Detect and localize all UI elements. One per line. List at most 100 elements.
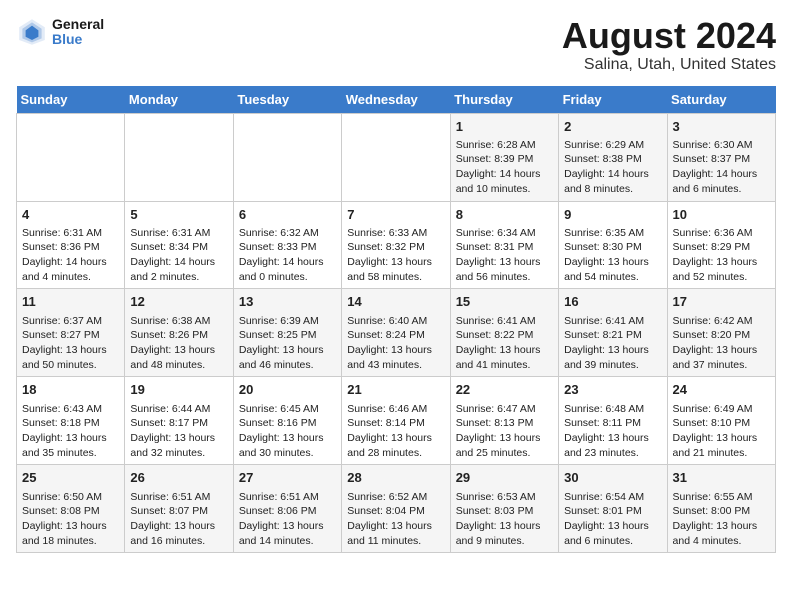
calendar-cell: 15Sunrise: 6:41 AM Sunset: 8:22 PM Dayli… <box>450 289 558 377</box>
day-number: 11 <box>22 293 119 311</box>
calendar-cell: 13Sunrise: 6:39 AM Sunset: 8:25 PM Dayli… <box>233 289 341 377</box>
day-number: 27 <box>239 469 336 487</box>
header-sunday: Sunday <box>17 86 125 114</box>
day-number: 29 <box>456 469 553 487</box>
calendar-cell: 10 Sunrise: 6:36 AM Sunset: 8:29 PM Dayli… <box>667 201 775 289</box>
day-number: 16 <box>564 293 661 311</box>
day-number: 24 <box>673 381 770 399</box>
day-number: 26 <box>130 469 227 487</box>
header-tuesday: Tuesday <box>233 86 341 114</box>
logo-line1: General <box>52 17 104 32</box>
calendar-cell: 20 Sunrise: 6:45 AM Sunset: 8:16 PM Dayli… <box>233 377 341 465</box>
header-wednesday: Wednesday <box>342 86 450 114</box>
calendar-cell: 14 Sunrise: 6:40 AM Sunset: 8:24 PM Dayli… <box>342 289 450 377</box>
day-number: 2 <box>564 118 661 136</box>
calendar-cell <box>342 113 450 201</box>
day-info: Sunrise: 6:51 AM Sunset: 8:06 PM Dayligh… <box>239 490 336 549</box>
day-number: 14 <box>347 293 444 311</box>
day-number: 22 <box>456 381 553 399</box>
day-info: Sunrise: 6:49 AM Sunset: 8:10 PM Dayligh… <box>673 402 770 461</box>
day-info: Sunrise: 6:38 AM Sunset: 8:26 PM Dayligh… <box>130 314 227 373</box>
logo-icon <box>16 16 48 48</box>
day-number: 1 <box>456 118 553 136</box>
calendar-cell <box>233 113 341 201</box>
calendar-cell: 6 Sunrise: 6:32 AM Sunset: 8:33 PM Daylig… <box>233 201 341 289</box>
calendar-cell: 29 Sunrise: 6:53 AM Sunset: 8:03 PM Dayli… <box>450 465 558 553</box>
day-info: Sunrise: 6:31 AM Sunset: 8:34 PM Dayligh… <box>130 226 227 285</box>
day-number: 15 <box>456 293 553 311</box>
calendar-title: August 2024 <box>562 16 776 56</box>
day-info: Sunrise: 6:48 AM Sunset: 8:11 PM Dayligh… <box>564 402 661 461</box>
day-info: Sunrise: 6:50 AM Sunset: 8:08 PM Dayligh… <box>22 490 119 549</box>
day-info: Sunrise: 6:42 AM Sunset: 8:20 PM Dayligh… <box>673 314 770 373</box>
calendar-cell: 22 Sunrise: 6:47 AM Sunset: 8:13 PM Dayli… <box>450 377 558 465</box>
calendar-cell <box>17 113 125 201</box>
day-number: 31 <box>673 469 770 487</box>
day-number: 9 <box>564 206 661 224</box>
logo-line2: Blue <box>52 32 104 47</box>
day-info: Sunrise: 6:53 AM Sunset: 8:03 PM Dayligh… <box>456 490 553 549</box>
calendar-cell: 12 Sunrise: 6:38 AM Sunset: 8:26 PM Dayli… <box>125 289 233 377</box>
calendar-cell: 8 Sunrise: 6:34 AM Sunset: 8:31 PM Daylig… <box>450 201 558 289</box>
day-info: Sunrise: 6:28 AM Sunset: 8:39 PM Dayligh… <box>456 138 553 197</box>
calendar-subtitle: Salina, Utah, United States <box>562 56 776 74</box>
day-info: Sunrise: 6:33 AM Sunset: 8:32 PM Dayligh… <box>347 226 444 285</box>
day-info: Sunrise: 6:55 AM Sunset: 8:00 PM Dayligh… <box>673 490 770 549</box>
calendar-week-1: 1 Sunrise: 6:28 AM Sunset: 8:39 PM Daylig… <box>17 113 776 201</box>
day-number: 10 <box>673 206 770 224</box>
calendar-cell: 2 Sunrise: 6:29 AM Sunset: 8:38 PM Daylig… <box>559 113 667 201</box>
header-monday: Monday <box>125 86 233 114</box>
calendar-cell: 21Sunrise: 6:46 AM Sunset: 8:14 PM Dayli… <box>342 377 450 465</box>
page-header: General Blue August 2024 Salina, Utah, U… <box>16 16 776 74</box>
day-info: Sunrise: 6:45 AM Sunset: 8:16 PM Dayligh… <box>239 402 336 461</box>
title-block: August 2024 Salina, Utah, United States <box>562 16 776 74</box>
day-number: 19 <box>130 381 227 399</box>
calendar-cell: 31 Sunrise: 6:55 AM Sunset: 8:00 PM Dayli… <box>667 465 775 553</box>
day-number: 8 <box>456 206 553 224</box>
day-info: Sunrise: 6:52 AM Sunset: 8:04 PM Dayligh… <box>347 490 444 549</box>
day-info: Sunrise: 6:34 AM Sunset: 8:31 PM Dayligh… <box>456 226 553 285</box>
day-info: Sunrise: 6:44 AM Sunset: 8:17 PM Dayligh… <box>130 402 227 461</box>
day-number: 28 <box>347 469 444 487</box>
day-info: Sunrise: 6:36 AM Sunset: 8:29 PM Dayligh… <box>673 226 770 285</box>
day-number: 30 <box>564 469 661 487</box>
day-info: Sunrise: 6:31 AM Sunset: 8:36 PM Dayligh… <box>22 226 119 285</box>
logo: General Blue <box>16 16 104 48</box>
calendar-cell: 1 Sunrise: 6:28 AM Sunset: 8:39 PM Daylig… <box>450 113 558 201</box>
calendar-header-row: SundayMondayTuesdayWednesdayThursdayFrid… <box>17 86 776 114</box>
day-number: 4 <box>22 206 119 224</box>
day-info: Sunrise: 6:54 AM Sunset: 8:01 PM Dayligh… <box>564 490 661 549</box>
day-number: 3 <box>673 118 770 136</box>
day-info: Sunrise: 6:39 AM Sunset: 8:25 PM Dayligh… <box>239 314 336 373</box>
day-info: Sunrise: 6:40 AM Sunset: 8:24 PM Dayligh… <box>347 314 444 373</box>
calendar-cell: 3Sunrise: 6:30 AM Sunset: 8:37 PM Daylig… <box>667 113 775 201</box>
day-number: 6 <box>239 206 336 224</box>
calendar-table: SundayMondayTuesdayWednesdayThursdayFrid… <box>16 86 776 554</box>
day-number: 20 <box>239 381 336 399</box>
calendar-cell: 17Sunrise: 6:42 AM Sunset: 8:20 PM Dayli… <box>667 289 775 377</box>
header-friday: Friday <box>559 86 667 114</box>
calendar-week-4: 18Sunrise: 6:43 AM Sunset: 8:18 PM Dayli… <box>17 377 776 465</box>
day-number: 23 <box>564 381 661 399</box>
calendar-cell: 19 Sunrise: 6:44 AM Sunset: 8:17 PM Dayli… <box>125 377 233 465</box>
calendar-cell: 18Sunrise: 6:43 AM Sunset: 8:18 PM Dayli… <box>17 377 125 465</box>
day-number: 12 <box>130 293 227 311</box>
day-info: Sunrise: 6:29 AM Sunset: 8:38 PM Dayligh… <box>564 138 661 197</box>
day-number: 21 <box>347 381 444 399</box>
day-info: Sunrise: 6:47 AM Sunset: 8:13 PM Dayligh… <box>456 402 553 461</box>
day-info: Sunrise: 6:41 AM Sunset: 8:21 PM Dayligh… <box>564 314 661 373</box>
calendar-cell: 5 Sunrise: 6:31 AM Sunset: 8:34 PM Daylig… <box>125 201 233 289</box>
header-saturday: Saturday <box>667 86 775 114</box>
header-thursday: Thursday <box>450 86 558 114</box>
calendar-cell: 26 Sunrise: 6:51 AM Sunset: 8:07 PM Dayli… <box>125 465 233 553</box>
day-info: Sunrise: 6:32 AM Sunset: 8:33 PM Dayligh… <box>239 226 336 285</box>
day-info: Sunrise: 6:51 AM Sunset: 8:07 PM Dayligh… <box>130 490 227 549</box>
calendar-week-2: 4 Sunrise: 6:31 AM Sunset: 8:36 PM Daylig… <box>17 201 776 289</box>
logo-text: General Blue <box>52 17 104 48</box>
calendar-cell: 4 Sunrise: 6:31 AM Sunset: 8:36 PM Daylig… <box>17 201 125 289</box>
day-number: 5 <box>130 206 227 224</box>
day-number: 25 <box>22 469 119 487</box>
calendar-cell: 11Sunrise: 6:37 AM Sunset: 8:27 PM Dayli… <box>17 289 125 377</box>
calendar-week-3: 11Sunrise: 6:37 AM Sunset: 8:27 PM Dayli… <box>17 289 776 377</box>
calendar-cell: 24 Sunrise: 6:49 AM Sunset: 8:10 PM Dayli… <box>667 377 775 465</box>
